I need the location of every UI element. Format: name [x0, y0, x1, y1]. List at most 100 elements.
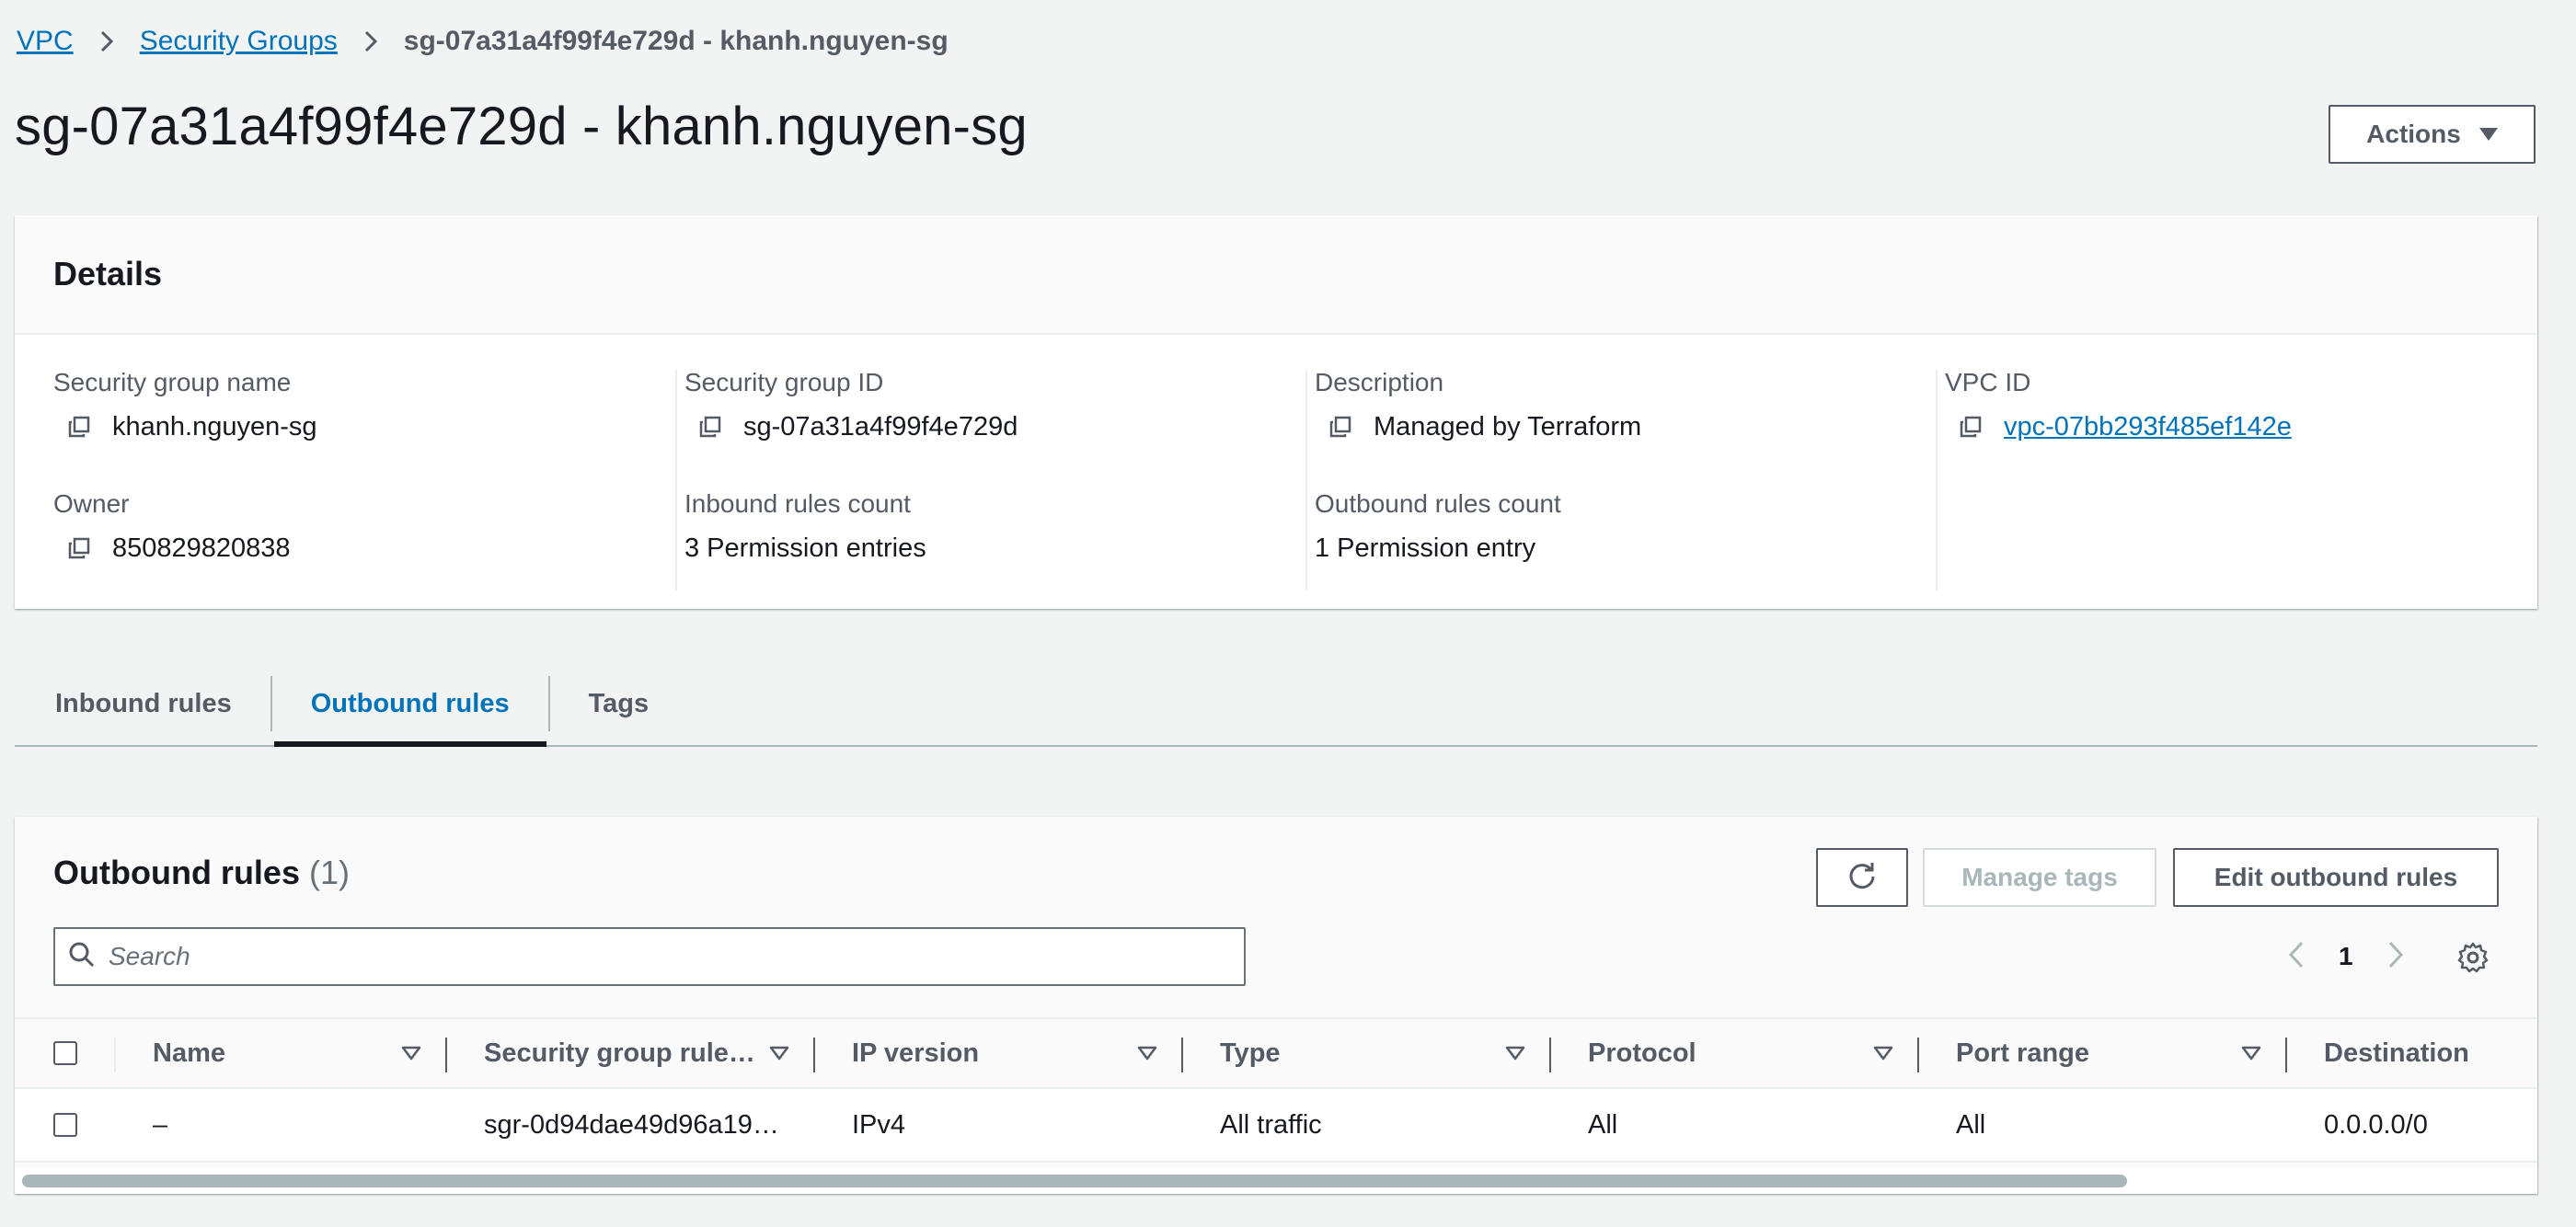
edit-outbound-rules-button[interactable]: Edit outbound rules	[2173, 848, 2499, 907]
column-header-rule-id[interactable]: Security group rule…	[484, 1019, 760, 1087]
sort-icon[interactable]	[1137, 1019, 1157, 1087]
page-number[interactable]: 1	[2339, 942, 2353, 971]
horizontal-scrollbar[interactable]	[15, 1168, 2537, 1194]
detail-owner: Owner 850829820838	[53, 487, 642, 567]
detail-value: 1 Permission entry	[1315, 533, 1536, 563]
sg-id-value: sg-07a31a4f99f4e729d	[743, 412, 1018, 441]
detail-vpc-id: VPC ID vpc-07bb293f485ef142e	[1945, 366, 2534, 445]
cell-ip-version: IPv4	[852, 1109, 906, 1140]
column-divider	[114, 1038, 116, 1072]
copy-icon[interactable]	[61, 530, 98, 567]
column-header-ip-version[interactable]: IP version	[852, 1019, 1128, 1087]
chevron-left-icon[interactable]	[2287, 940, 2306, 974]
description-value: Managed by Terraform	[1374, 412, 1642, 441]
column-header-protocol[interactable]: Protocol	[1588, 1019, 1864, 1087]
cell-port-range: All	[1956, 1109, 1986, 1140]
owner-value: 850829820838	[112, 533, 291, 563]
detail-value: khanh.nguyen-sg	[53, 408, 642, 445]
chevron-right-icon	[99, 29, 114, 53]
details-panel: Details Security group name khanh.nguyen…	[15, 215, 2537, 609]
detail-value: vpc-07bb293f485ef142e	[1945, 408, 2534, 445]
detail-value: Managed by Terraform	[1315, 408, 1903, 445]
copy-icon[interactable]	[1952, 408, 1989, 445]
copy-icon[interactable]	[1322, 408, 1359, 445]
column-header-port-range[interactable]: Port range	[1956, 1019, 2232, 1087]
search-input[interactable]	[109, 942, 1213, 971]
cell-type: All traffic	[1220, 1109, 1322, 1140]
tab-outbound-rules[interactable]: Outbound rules	[272, 662, 548, 747]
tab-inbound-rules[interactable]: Inbound rules	[15, 662, 270, 745]
page-title: sg-07a31a4f99f4e729d - khanh.nguyen-sg	[15, 97, 1028, 156]
outbound-rules-count: (1)	[309, 854, 350, 891]
outbound-rules-table: Name Security group rule… IP version Typ…	[15, 1017, 2537, 1194]
detail-sg-id: Security group ID sg-07a31a4f99f4e729d	[684, 366, 1273, 445]
detail-label: VPC ID	[1945, 368, 2031, 396]
vpc-id-link[interactable]: vpc-07bb293f485ef142e	[2004, 408, 2292, 445]
column-resizer[interactable]	[813, 1038, 815, 1072]
actions-button-label: Actions	[2366, 120, 2461, 148]
column-resizer[interactable]	[2285, 1038, 2287, 1072]
detail-inbound-count: Inbound rules count 3 Permission entries	[684, 487, 1273, 567]
detail-label: Inbound rules count	[684, 489, 911, 518]
column-resizer[interactable]	[445, 1038, 447, 1072]
detail-label: Owner	[53, 489, 130, 518]
sort-icon[interactable]	[1873, 1019, 1893, 1087]
column-divider	[1305, 370, 1307, 591]
column-resizer[interactable]	[1917, 1038, 1919, 1072]
search-icon	[68, 941, 96, 973]
sort-icon[interactable]	[2241, 1019, 2261, 1087]
column-header-name[interactable]: Name	[153, 1019, 383, 1087]
actions-button[interactable]: Actions	[2329, 105, 2536, 164]
tab-tags[interactable]: Tags	[550, 662, 688, 745]
cell-rule-id: sgr-0d94dae49d96a19…	[484, 1109, 779, 1140]
breadcrumb-current: sg-07a31a4f99f4e729d - khanh.nguyen-sg	[403, 26, 949, 56]
cell-destination: 0.0.0.0/0	[2324, 1109, 2428, 1140]
column-header-destination[interactable]: Destination	[2324, 1019, 2536, 1087]
detail-value: 3 Permission entries	[684, 533, 926, 563]
outbound-rules-title: Outbound rules (1)	[53, 854, 350, 892]
row-checkbox[interactable]	[53, 1089, 77, 1161]
tab-bar: Inbound rules Outbound rules Tags	[15, 662, 2537, 747]
chevron-right-icon[interactable]	[2386, 940, 2405, 974]
detail-label: Security group ID	[684, 368, 884, 396]
column-resizer[interactable]	[1549, 1038, 1551, 1072]
detail-sg-name: Security group name khanh.nguyen-sg	[53, 366, 642, 445]
details-heading: Details	[53, 255, 163, 292]
scrollbar-thumb[interactable]	[22, 1175, 2127, 1187]
select-all-checkbox[interactable]	[53, 1019, 77, 1087]
details-header: Details	[15, 215, 2537, 335]
breadcrumb-vpc-link[interactable]: VPC	[17, 26, 74, 57]
chevron-right-icon	[363, 29, 378, 53]
detail-label: Outbound rules count	[1315, 489, 1561, 518]
sort-icon[interactable]	[769, 1019, 789, 1087]
column-resizer[interactable]	[1181, 1038, 1183, 1072]
table-row[interactable]: – sgr-0d94dae49d96a19… IPv4 All traffic …	[15, 1089, 2537, 1163]
cell-protocol: All	[1588, 1109, 1618, 1140]
outbound-rules-heading: Outbound rules	[53, 854, 300, 891]
copy-icon[interactable]	[61, 408, 98, 445]
table-header-row: Name Security group rule… IP version Typ…	[15, 1017, 2537, 1089]
gear-icon[interactable]	[2456, 941, 2490, 979]
refresh-button[interactable]	[1816, 848, 1908, 907]
search-field[interactable]	[53, 927, 1246, 986]
breadcrumb: VPC Security Groups sg-07a31a4f99f4e729d…	[17, 20, 949, 63]
detail-label: Description	[1315, 368, 1444, 396]
sort-icon[interactable]	[401, 1019, 421, 1087]
column-divider	[1936, 370, 1938, 591]
detail-value: 850829820838	[53, 530, 642, 567]
detail-description: Description Managed by Terraform	[1315, 366, 1903, 445]
details-grid: Security group name khanh.nguyen-sg Owne…	[15, 335, 2537, 609]
manage-tags-button[interactable]: Manage tags	[1923, 848, 2156, 907]
detail-label: Security group name	[53, 368, 292, 396]
cell-name: –	[153, 1109, 168, 1140]
detail-outbound-count: Outbound rules count 1 Permission entry	[1315, 487, 1903, 567]
column-header-type[interactable]: Type	[1220, 1019, 1496, 1087]
sort-icon[interactable]	[1505, 1019, 1525, 1087]
pagination: 1	[2287, 927, 2405, 986]
copy-icon[interactable]	[692, 408, 729, 445]
breadcrumb-security-groups-link[interactable]: Security Groups	[140, 26, 338, 57]
caret-down-icon	[2478, 128, 2498, 141]
outbound-rules-panel: Outbound rules (1) Manage tags Edit outb…	[15, 817, 2537, 1194]
detail-value: sg-07a31a4f99f4e729d	[684, 408, 1273, 445]
refresh-icon	[1846, 859, 1878, 897]
